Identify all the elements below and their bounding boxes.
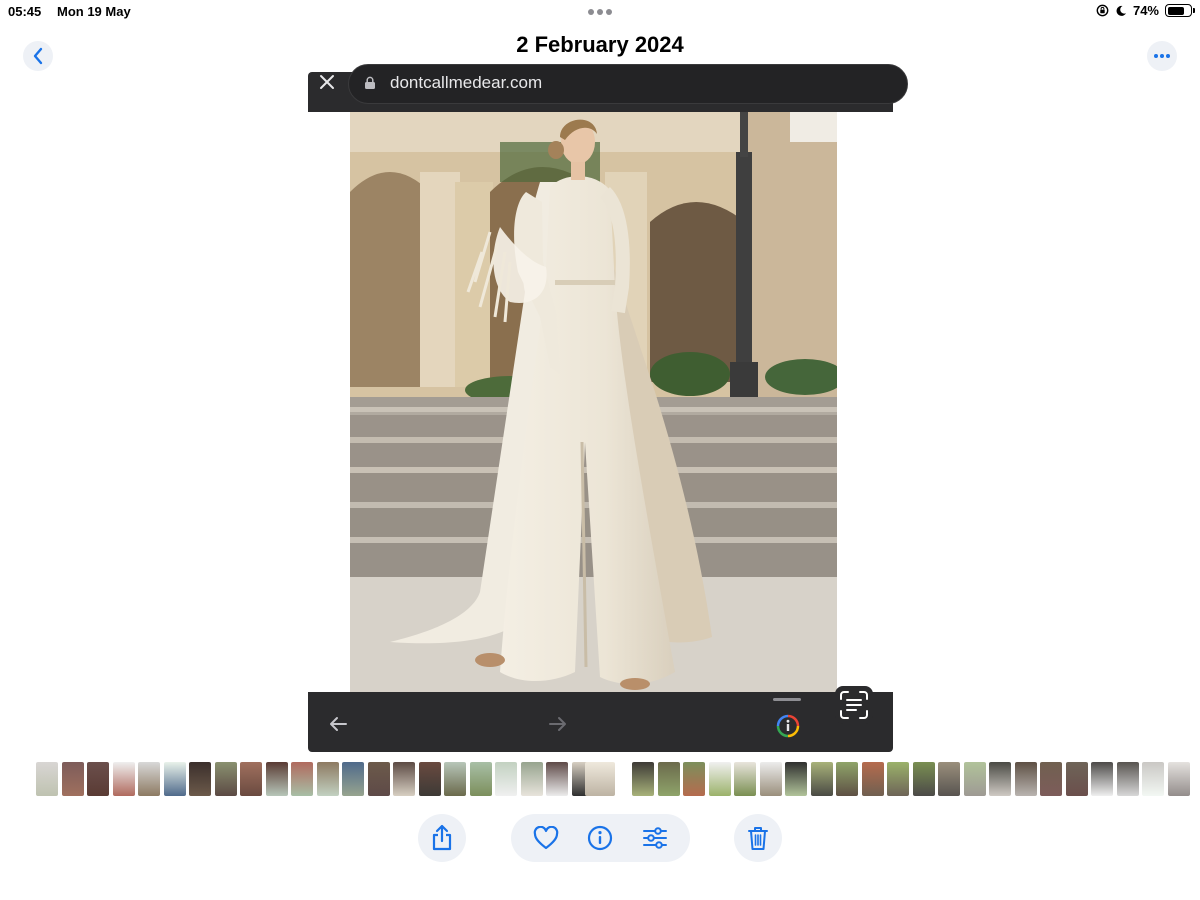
- thumbnail[interactable]: [734, 762, 756, 796]
- heart-icon: [533, 826, 559, 850]
- thumbnail[interactable]: [342, 762, 364, 796]
- info-icon: [588, 825, 613, 851]
- thumbnail[interactable]: [810, 762, 833, 796]
- thumbnail[interactable]: [240, 762, 262, 796]
- thumbnail[interactable]: [36, 762, 58, 796]
- thumbnail[interactable]: [836, 762, 858, 796]
- fashion-photo: [350, 112, 837, 692]
- more-button[interactable]: [1147, 41, 1177, 71]
- live-text-icon: [840, 691, 868, 719]
- thumbnail[interactable]: [938, 762, 960, 796]
- thumbnail[interactable]: [1014, 762, 1037, 796]
- thumbnail[interactable]: [112, 762, 135, 796]
- moon-icon: [1116, 5, 1126, 16]
- close-icon[interactable]: [318, 73, 336, 91]
- thumbnail[interactable]: [87, 762, 109, 796]
- delete-button[interactable]: [734, 814, 782, 862]
- browser-url-bar: dontcallmedear.com: [308, 64, 908, 112]
- multitasking-dots-icon[interactable]: [588, 9, 612, 15]
- google-lens-icon[interactable]: [776, 714, 800, 738]
- status-right: 74%: [1096, 3, 1195, 18]
- live-text-button[interactable]: [835, 686, 873, 724]
- browser-url-text: dontcallmedear.com: [390, 73, 543, 92]
- thumbnail[interactable]: [520, 762, 543, 796]
- thumbnail[interactable]: [495, 762, 517, 796]
- arrow-right-icon[interactable]: [548, 716, 568, 732]
- thumbnail[interactable]: [632, 762, 654, 796]
- battery-percent: 74%: [1132, 3, 1159, 18]
- thumbnail[interactable]: [265, 762, 288, 796]
- thumbnail[interactable]: [444, 762, 466, 796]
- page-title: 2 February 2024: [516, 32, 684, 57]
- thumbnail[interactable]: [887, 762, 909, 796]
- thumbnail[interactable]: [1167, 762, 1190, 796]
- thumbnail[interactable]: [61, 762, 84, 796]
- thumbnail[interactable]: [546, 762, 568, 796]
- thumbnail[interactable]: [393, 762, 415, 796]
- orientation-lock-icon: [1096, 4, 1109, 17]
- thumbnail[interactable]: [189, 762, 211, 796]
- share-icon: [432, 824, 452, 851]
- info-button[interactable]: [580, 818, 620, 858]
- browser-bottom-bar: [308, 686, 893, 752]
- thumbnail[interactable]: [291, 762, 313, 796]
- adjust-icon: [642, 827, 667, 849]
- thumbnail[interactable]: [861, 762, 884, 796]
- adjust-button[interactable]: [635, 818, 675, 858]
- thumbnail[interactable]: [138, 762, 160, 796]
- thumbnail[interactable]: [214, 762, 237, 796]
- thumbnail[interactable]: [1040, 762, 1062, 796]
- thumbnail[interactable]: [163, 762, 186, 796]
- photo-thumbnail-strip[interactable]: [0, 762, 1200, 796]
- photo-actions-group: [511, 814, 690, 862]
- thumbnail[interactable]: [912, 762, 935, 796]
- thumbnail-selected[interactable]: [585, 762, 615, 796]
- thumbnail[interactable]: [1116, 762, 1139, 796]
- thumbnail[interactable]: [1091, 762, 1113, 796]
- battery-icon: [1165, 4, 1195, 17]
- sheet-handle[interactable]: [773, 698, 801, 701]
- thumbnail[interactable]: [418, 762, 441, 796]
- status-bar: 05:45 Mon 19 May 74%: [0, 0, 1200, 24]
- share-button[interactable]: [418, 814, 466, 862]
- thumbnail[interactable]: [367, 762, 390, 796]
- thumbnail[interactable]: [785, 762, 807, 796]
- thumbnail[interactable]: [316, 762, 339, 796]
- status-date: Mon 19 May: [57, 4, 131, 19]
- thumbnail[interactable]: [683, 762, 705, 796]
- favorite-button[interactable]: [526, 818, 566, 858]
- lock-icon: [365, 76, 375, 89]
- thumbnail[interactable]: [1142, 762, 1164, 796]
- thumbnail[interactable]: [759, 762, 782, 796]
- photo-viewer[interactable]: dontcallmedear.com: [308, 64, 908, 752]
- thumbnail[interactable]: [657, 762, 680, 796]
- thumbnail[interactable]: [469, 762, 492, 796]
- thumbnail[interactable]: [708, 762, 731, 796]
- arrow-left-icon[interactable]: [328, 716, 348, 732]
- thumbnail[interactable]: [963, 762, 986, 796]
- ellipsis-icon: [1154, 54, 1170, 58]
- trash-icon: [748, 827, 768, 850]
- thumbnail[interactable]: [989, 762, 1011, 796]
- thumbnail[interactable]: [1065, 762, 1088, 796]
- status-time: 05:45: [8, 4, 42, 19]
